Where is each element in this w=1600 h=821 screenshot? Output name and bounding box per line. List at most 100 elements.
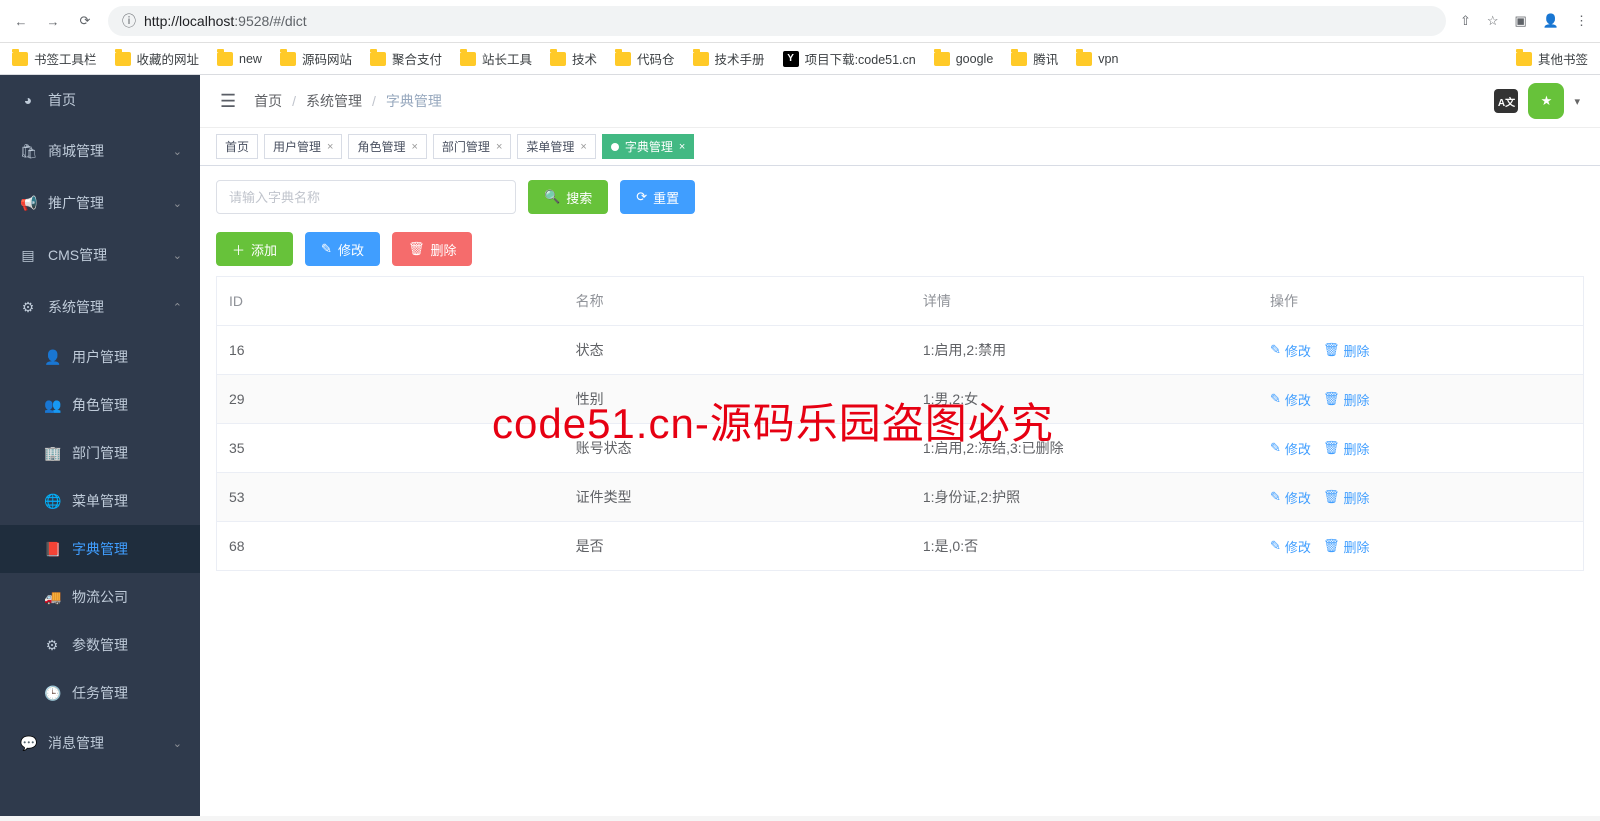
- edit-icon: ✎: [1270, 538, 1281, 554]
- row-edit-link[interactable]: ✎修改: [1270, 439, 1311, 458]
- cell-id: 29: [217, 375, 564, 424]
- breadcrumb-sys[interactable]: 系统管理: [306, 91, 362, 111]
- row-edit-link[interactable]: ✎修改: [1270, 537, 1311, 556]
- sidebar-item-user[interactable]: 👤用户管理: [0, 333, 200, 381]
- bookmark-item[interactable]: 聚合支付: [370, 49, 442, 68]
- sidebar-item-task[interactable]: 🕒任务管理: [0, 669, 200, 717]
- add-button[interactable]: ＋添加: [216, 232, 293, 266]
- table-row[interactable]: 68是否1:是,0:否✎修改🗑删除: [217, 522, 1584, 571]
- star-icon[interactable]: ☆: [1487, 13, 1499, 29]
- sidebar-item-home[interactable]: ◕首页: [0, 75, 200, 125]
- main-panel: ☰ 首页 / 系统管理 / 字典管理 A文 ★ ▾ 首页 用户管理× 角色管理×…: [200, 75, 1600, 816]
- search-input[interactable]: [216, 180, 516, 214]
- tab-menu[interactable]: 菜单管理×: [517, 134, 595, 159]
- menu-icon[interactable]: ⋮: [1575, 13, 1588, 29]
- gear-icon: ⚙: [20, 299, 36, 316]
- table-row[interactable]: 29性别1:男,2:女✎修改🗑删除: [217, 375, 1584, 424]
- breadcrumb-home[interactable]: 首页: [254, 91, 282, 111]
- edit-icon: ✎: [1270, 342, 1281, 358]
- bookmark-item[interactable]: 代码仓: [615, 49, 675, 68]
- tab-role[interactable]: 角色管理×: [348, 134, 426, 159]
- cell-detail: 1:是,0:否: [911, 522, 1258, 571]
- sidebar-item-logistics[interactable]: 🚚物流公司: [0, 573, 200, 621]
- url-text: http://localhost:9528/#/dict: [144, 13, 307, 29]
- site-info-icon[interactable]: ⓘ: [122, 11, 136, 31]
- bookmark-item[interactable]: 书签工具栏: [12, 49, 97, 68]
- sidebar-item-system[interactable]: ⚙系统管理⌃: [0, 281, 200, 333]
- close-icon[interactable]: ×: [327, 141, 333, 153]
- tab-user[interactable]: 用户管理×: [264, 134, 342, 159]
- tab-dict[interactable]: 字典管理×: [602, 134, 694, 159]
- folder-icon: [1011, 52, 1027, 66]
- avatar[interactable]: ★: [1528, 83, 1564, 119]
- bookmark-item[interactable]: 腾讯: [1011, 49, 1058, 68]
- sidebar-item-msg[interactable]: 💬消息管理⌄: [0, 717, 200, 769]
- back-icon[interactable]: ←: [12, 12, 30, 30]
- row-edit-link[interactable]: ✎修改: [1270, 488, 1311, 507]
- row-delete-link[interactable]: 🗑删除: [1323, 390, 1370, 409]
- sidebar-item-param[interactable]: ⚙参数管理: [0, 621, 200, 669]
- share-icon[interactable]: ⇧: [1460, 13, 1471, 29]
- row-delete-link[interactable]: 🗑删除: [1323, 488, 1370, 507]
- chevron-down-icon[interactable]: ▾: [1574, 95, 1580, 108]
- reload-icon[interactable]: ⟳: [76, 12, 94, 30]
- th-op: 操作: [1258, 277, 1583, 326]
- hamburger-icon[interactable]: ☰: [220, 91, 236, 112]
- tab-dept[interactable]: 部门管理×: [433, 134, 511, 159]
- sidebar-item-role[interactable]: 👥角色管理: [0, 381, 200, 429]
- edit-icon: ✎: [1270, 440, 1281, 456]
- table-row[interactable]: 16状态1:启用,2:禁用✎修改🗑删除: [217, 326, 1584, 375]
- bookmark-item[interactable]: 技术手册: [693, 49, 765, 68]
- forward-icon[interactable]: →: [44, 12, 62, 30]
- folder-icon: [280, 52, 296, 66]
- row-edit-link[interactable]: ✎修改: [1270, 390, 1311, 409]
- th-detail: 详情: [911, 277, 1258, 326]
- row-delete-link[interactable]: 🗑删除: [1323, 439, 1370, 458]
- bookmark-item[interactable]: Y项目下载:code51.cn: [783, 49, 916, 68]
- url-bar[interactable]: ⓘ http://localhost:9528/#/dict: [108, 6, 1446, 36]
- folder-icon: [217, 52, 233, 66]
- cell-id: 16: [217, 326, 564, 375]
- close-icon[interactable]: ×: [496, 141, 502, 153]
- bookmark-item[interactable]: google: [934, 52, 994, 66]
- bookmark-item[interactable]: 源码网站: [280, 49, 352, 68]
- close-icon[interactable]: ×: [679, 141, 685, 153]
- bookmark-item[interactable]: 收藏的网址: [115, 49, 200, 68]
- reset-button[interactable]: ⟳重置: [620, 180, 695, 214]
- other-bookmarks[interactable]: 其他书签: [1516, 49, 1588, 68]
- sidebar-item-dict[interactable]: 📕字典管理: [0, 525, 200, 573]
- sidebar-item-menu[interactable]: 🌐菜单管理: [0, 477, 200, 525]
- panel-icon[interactable]: ▣: [1515, 13, 1527, 29]
- close-icon[interactable]: ×: [580, 141, 586, 153]
- row-edit-link[interactable]: ✎修改: [1270, 341, 1311, 360]
- delete-button[interactable]: 🗑删除: [392, 232, 473, 266]
- user-icon: 👤: [44, 349, 60, 366]
- data-table: ID 名称 详情 操作 16状态1:启用,2:禁用✎修改🗑删除29性别1:男,2…: [216, 276, 1584, 571]
- sidebar-item-cms[interactable]: ▤CMS管理⌄: [0, 229, 200, 281]
- row-delete-link[interactable]: 🗑删除: [1323, 341, 1370, 360]
- sidebar-item-promo[interactable]: 📢推广管理⌄: [0, 177, 200, 229]
- tab-home[interactable]: 首页: [216, 134, 258, 159]
- row-delete-link[interactable]: 🗑删除: [1323, 537, 1370, 556]
- sidebar-item-mall[interactable]: 🛍商城管理⌄: [0, 125, 200, 177]
- breadcrumb-sep: /: [372, 93, 376, 109]
- document-icon: ▤: [20, 247, 36, 264]
- bookmark-item[interactable]: new: [217, 52, 262, 66]
- bookmark-item[interactable]: vpn: [1076, 52, 1118, 66]
- book-icon: 📕: [44, 541, 60, 558]
- profile-icon[interactable]: 👤: [1543, 13, 1559, 29]
- language-switch[interactable]: A文: [1494, 89, 1518, 113]
- trash-icon: 🗑: [1323, 489, 1340, 505]
- close-icon[interactable]: ×: [411, 141, 417, 153]
- bookmark-item[interactable]: 站长工具: [460, 49, 532, 68]
- cell-op: ✎修改 🗑删除: [1258, 424, 1583, 473]
- table-row[interactable]: 53证件类型1:身份证,2:护照✎修改🗑删除: [217, 473, 1584, 522]
- chevron-down-icon: ⌄: [173, 197, 182, 210]
- edit-button[interactable]: ✎修改: [305, 232, 380, 266]
- table-row[interactable]: 35账号状态1:启用,2:冻结,3:已删除✎修改🗑删除: [217, 424, 1584, 473]
- chevron-down-icon: ⌄: [173, 249, 182, 262]
- bookmark-item[interactable]: 技术: [550, 49, 597, 68]
- sidebar-item-dept[interactable]: 🏢部门管理: [0, 429, 200, 477]
- search-button[interactable]: 🔍搜索: [528, 180, 608, 214]
- trash-icon: 🗑: [1323, 440, 1340, 456]
